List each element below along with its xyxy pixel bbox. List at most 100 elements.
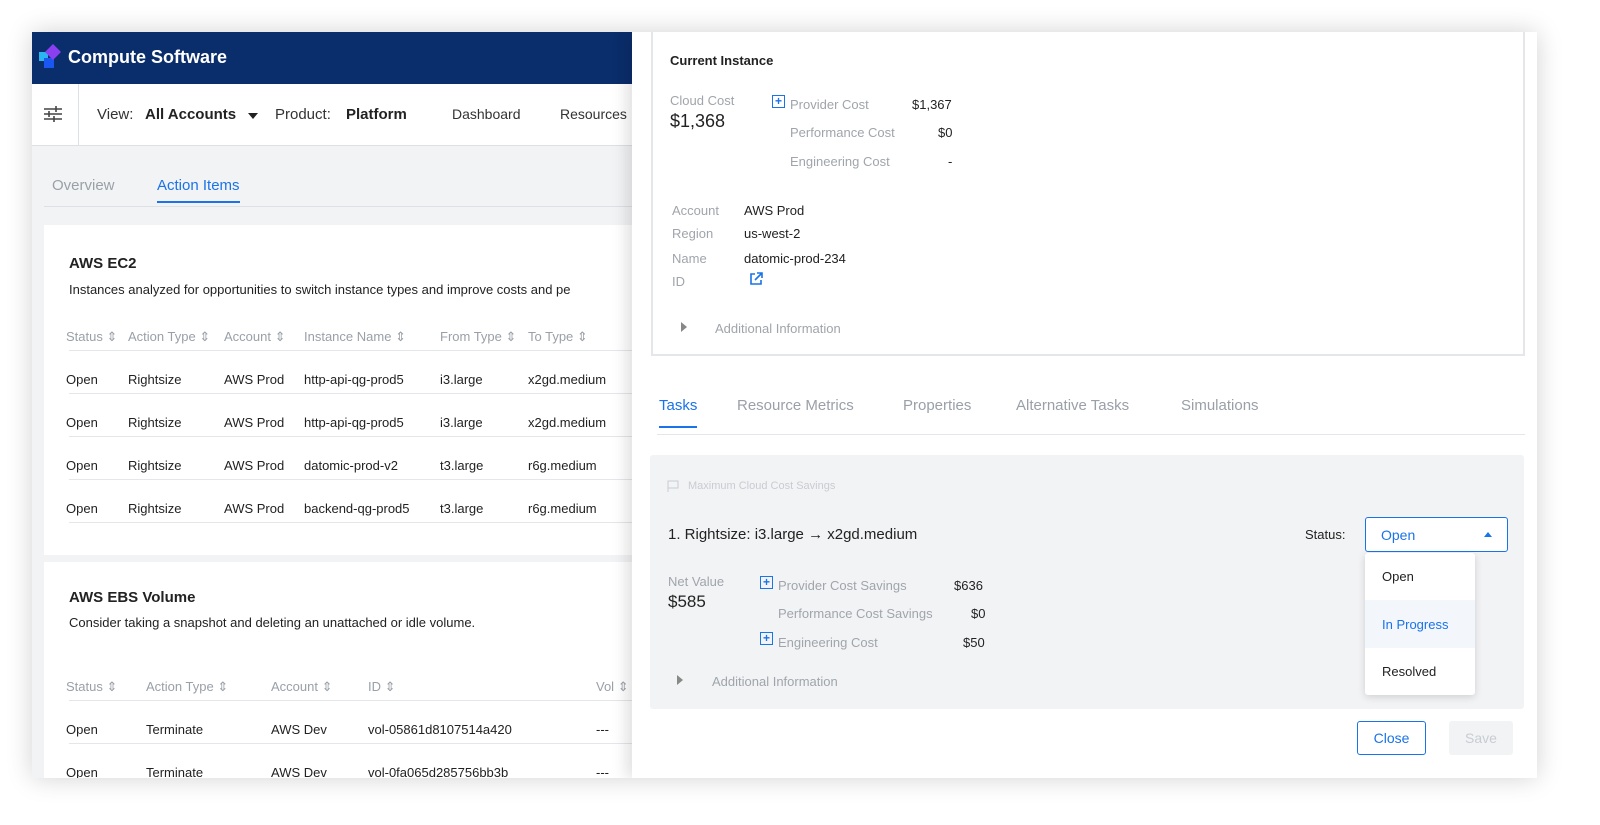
column-header[interactable]: Status ⇕ <box>66 329 117 345</box>
view-select[interactable]: All Accounts <box>145 106 236 123</box>
engineering-cost-value: - <box>948 154 953 169</box>
engineering-cost-label: Engineering Cost <box>790 154 890 169</box>
table-cell: vol-0fa065d285756bb3b <box>368 765 509 778</box>
column-header[interactable]: Instance Name ⇕ <box>304 329 406 345</box>
table-cell: http-api-qg-prod5 <box>304 372 404 387</box>
status-dropdown-menu: Open In Progress Resolved <box>1365 553 1475 695</box>
column-header[interactable]: From Type ⇕ <box>440 329 516 345</box>
table-cell: Open <box>66 372 98 387</box>
engineering-cost-label: Engineering Cost <box>778 635 878 650</box>
net-value: $585 <box>668 592 706 611</box>
expand-plus-icon[interactable]: + <box>760 576 773 589</box>
status-option-open[interactable]: Open <box>1365 553 1475 600</box>
account-value: AWS Prod <box>744 203 805 218</box>
name-value: datomic-prod-234 <box>744 251 846 266</box>
engineering-cost-value: $50 <box>963 635 985 650</box>
additional-info-toggle[interactable]: Additional Information <box>712 674 838 689</box>
nav-dashboard[interactable]: Dashboard <box>452 106 521 122</box>
current-instance-title: Current Instance <box>670 53 774 68</box>
column-header-label: Instance Name <box>304 329 392 344</box>
table-cell: Rightsize <box>128 458 182 473</box>
toolbar: View: All Accounts Product: Platform Das… <box>32 84 632 146</box>
account-label: Account <box>672 203 719 218</box>
sort-icon: ⇕ <box>106 329 118 344</box>
column-header[interactable]: Account ⇕ <box>271 679 333 695</box>
product-value[interactable]: Platform <box>346 106 407 123</box>
save-button[interactable]: Save <box>1449 721 1513 755</box>
column-header-label: To Type <box>528 329 574 344</box>
close-button[interactable]: Close <box>1357 721 1426 755</box>
tab-properties[interactable]: Properties <box>903 397 971 414</box>
table-cell: i3.large <box>440 372 483 387</box>
table-cell: http-api-qg-prod5 <box>304 415 404 430</box>
status-option-in-progress[interactable]: In Progress <box>1365 600 1475 648</box>
filter-toggle-button[interactable] <box>32 84 79 146</box>
sliders-icon <box>44 106 62 122</box>
provider-cost-label: Provider Cost <box>790 97 869 112</box>
tab-action-items[interactable]: Action Items <box>157 177 240 203</box>
column-header[interactable]: To Type ⇕ <box>528 329 588 345</box>
provider-cost-value: $1,367 <box>912 97 952 112</box>
column-header-label: Vol <box>596 679 615 694</box>
task-title: 1. Rightsize: i3.large → x2gd.medium <box>668 526 918 543</box>
nav-resources[interactable]: Resources <box>560 106 627 122</box>
table-cell: x2gd.medium <box>528 372 607 387</box>
table-cell: --- <box>596 765 609 778</box>
expand-plus-icon[interactable]: + <box>760 632 773 645</box>
tab-tasks[interactable]: Tasks <box>659 397 698 428</box>
expand-caret-icon[interactable] <box>681 322 687 332</box>
external-link-icon[interactable] <box>749 272 763 286</box>
status-select[interactable]: Open <box>1365 517 1508 552</box>
table-cell: Open <box>66 458 98 473</box>
performance-cost-label: Performance Cost <box>790 125 895 140</box>
caret-down-icon <box>248 113 258 119</box>
status-option-resolved[interactable]: Resolved <box>1365 648 1475 695</box>
column-header-label: From Type <box>440 329 502 344</box>
id-label: ID <box>672 274 685 289</box>
table-cell: AWS Prod <box>224 458 285 473</box>
sort-icon: ⇕ <box>395 329 406 344</box>
sort-icon: ⇕ <box>217 679 229 694</box>
table-cell: vol-05861d8107514a420 <box>368 722 512 737</box>
ec2-card: AWS EC2 Instances analyzed for opportuni… <box>44 225 632 555</box>
tab-overview[interactable]: Overview <box>52 177 115 194</box>
column-header[interactable]: Account ⇕ <box>224 329 286 345</box>
performance-savings-value: $0 <box>971 606 986 621</box>
table-cell: AWS Prod <box>224 415 285 430</box>
expand-plus-icon[interactable]: + <box>772 95 785 108</box>
column-header[interactable]: Action Type ⇕ <box>146 679 228 695</box>
sort-icon: ⇕ <box>617 679 629 694</box>
column-header-label: Account <box>224 329 271 344</box>
table-cell: t3.large <box>440 458 484 473</box>
tab-simulations[interactable]: Simulations <box>1181 397 1259 414</box>
provider-savings-label: Provider Cost Savings <box>778 578 907 593</box>
tab-resource-metrics[interactable]: Resource Metrics <box>737 397 854 414</box>
column-header-label: Status <box>66 329 103 344</box>
ebs-card: AWS EBS Volume Consider taking a snapsho… <box>44 562 632 778</box>
table-cell: i3.large <box>440 415 483 430</box>
view-label: View: <box>97 106 134 123</box>
performance-savings-label: Performance Cost Savings <box>778 606 933 621</box>
sort-icon: ⇕ <box>576 329 588 344</box>
detail-drawer: Current Instance Cloud Cost $1,368 + Pro… <box>632 32 1537 778</box>
tab-alternative-tasks[interactable]: Alternative Tasks <box>1016 397 1129 414</box>
table-cell: r6g.medium <box>528 458 597 473</box>
cloud-cost-label: Cloud Cost <box>670 93 735 108</box>
task-tag: Maximum Cloud Cost Savings <box>688 480 836 492</box>
expand-caret-icon[interactable] <box>677 675 683 685</box>
column-header-label: Action Type <box>128 329 196 344</box>
flag-icon <box>667 480 679 492</box>
app-header: Compute Software <box>32 32 632 84</box>
table-cell: Terminate <box>146 722 204 737</box>
column-header[interactable]: Vol ⇕ <box>596 679 629 695</box>
sort-icon: ⇕ <box>274 329 286 344</box>
column-header[interactable]: Status ⇕ <box>66 679 117 695</box>
column-header[interactable]: ID ⇕ <box>368 679 396 695</box>
sort-icon: ⇕ <box>106 679 118 694</box>
ebs-description: Consider taking a snapshot and deleting … <box>69 615 476 630</box>
table-cell: t3.large <box>440 501 484 516</box>
table-cell: Open <box>66 415 98 430</box>
additional-info-toggle[interactable]: Additional Information <box>715 321 841 336</box>
column-header[interactable]: Action Type ⇕ <box>128 329 210 345</box>
ebs-title: AWS EBS Volume <box>69 589 196 606</box>
